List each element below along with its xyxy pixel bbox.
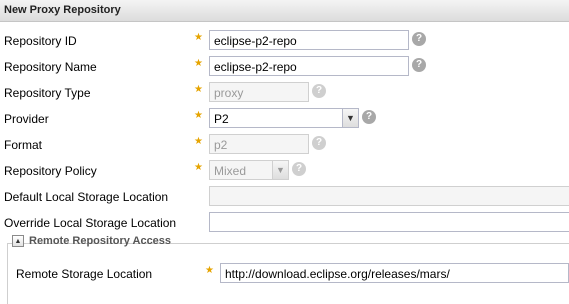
- panel-header: New Proxy Repository: [0, 0, 569, 22]
- provider-row: Provider ★ P2 ▼ ?: [0, 105, 569, 131]
- panel-title: New Proxy Repository: [4, 4, 121, 16]
- format-row: Format ★ p2 ?: [0, 131, 569, 157]
- required-star-icon: ★: [194, 32, 203, 43]
- help-icon[interactable]: ?: [312, 136, 326, 150]
- repository-type-row: Repository Type ★ proxy ?: [0, 79, 569, 105]
- default-storage-row: Default Local Storage Location: [0, 183, 569, 209]
- default-storage-label: Default Local Storage Location: [4, 190, 169, 204]
- collapse-icon[interactable]: ▲: [12, 235, 24, 247]
- remote-storage-label: Remote Storage Location: [16, 267, 153, 281]
- repository-name-label: Repository Name: [4, 60, 97, 74]
- provider-label: Provider: [4, 112, 49, 126]
- chevron-down-icon: ▼: [272, 161, 288, 179]
- repository-policy-row: Repository Policy ★ Mixed ▼ ?: [0, 157, 569, 183]
- required-star-icon: ★: [194, 58, 203, 69]
- provider-select[interactable]: P2 ▼: [209, 108, 359, 128]
- required-star-icon: ★: [194, 110, 203, 121]
- help-icon[interactable]: ?: [312, 84, 326, 98]
- required-star-icon: ★: [194, 84, 203, 95]
- remote-storage-row: Remote Storage Location ★ http://downloa…: [0, 260, 569, 286]
- override-storage-label: Override Local Storage Location: [4, 216, 177, 230]
- chevron-down-icon[interactable]: ▼: [342, 109, 358, 127]
- override-storage-row: Override Local Storage Location: [0, 209, 569, 235]
- repository-type-field: proxy: [209, 82, 309, 102]
- required-star-icon: ★: [194, 162, 203, 173]
- repository-id-label: Repository ID: [4, 34, 77, 48]
- required-star-icon: ★: [194, 136, 203, 147]
- repository-policy-select: Mixed ▼: [209, 160, 289, 180]
- override-storage-input[interactable]: [209, 212, 569, 232]
- help-icon[interactable]: ?: [292, 162, 306, 176]
- repository-policy-label: Repository Policy: [4, 164, 97, 178]
- help-icon[interactable]: ?: [412, 58, 426, 72]
- repository-policy-selected-value: Mixed: [214, 164, 247, 178]
- repository-id-input[interactable]: eclipse-p2-repo: [209, 30, 409, 50]
- help-icon[interactable]: ?: [362, 110, 376, 124]
- remote-access-legend: ▲ Remote Repository Access: [12, 235, 171, 251]
- default-storage-field: [209, 186, 569, 206]
- format-label: Format: [4, 138, 43, 152]
- provider-selected-value: P2: [214, 112, 229, 126]
- help-icon[interactable]: ?: [412, 32, 426, 46]
- repository-name-input[interactable]: eclipse-p2-repo: [209, 56, 409, 76]
- repository-name-row: Repository Name ★ eclipse-p2-repo ?: [0, 53, 569, 79]
- required-star-icon: ★: [205, 265, 214, 276]
- format-field: p2: [209, 134, 309, 154]
- repository-type-label: Repository Type: [4, 86, 91, 100]
- remote-storage-input[interactable]: http://download.eclipse.org/releases/mar…: [220, 263, 569, 283]
- repository-id-row: Repository ID ★ eclipse-p2-repo ?: [0, 27, 569, 53]
- remote-access-title: Remote Repository Access: [29, 235, 172, 247]
